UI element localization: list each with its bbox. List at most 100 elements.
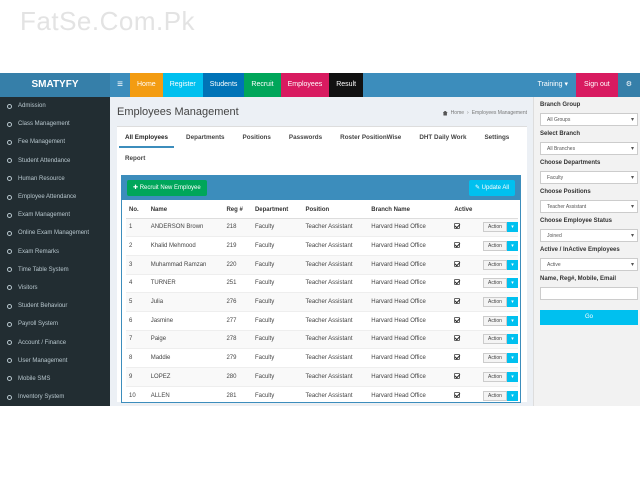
sidebar-item[interactable]: User Management [0, 352, 110, 370]
action-button[interactable]: Action [483, 390, 507, 401]
table-cell: 218 [223, 218, 252, 238]
table-cell: Paige [147, 330, 224, 350]
breadcrumb-home[interactable]: Home [451, 110, 464, 116]
sidebar-item[interactable]: Employee Attendance [0, 188, 110, 206]
sidebar-item[interactable]: Human Resource [0, 170, 110, 188]
tab-report[interactable]: Report [119, 148, 151, 169]
departments-select[interactable]: Faculty [540, 171, 638, 184]
active-checkbox[interactable] [454, 354, 461, 361]
table-cell: 8 [126, 348, 148, 368]
active-checkbox[interactable] [454, 260, 461, 267]
breadcrumb-current: Employees Management [471, 110, 527, 116]
active-checkbox[interactable] [454, 335, 461, 342]
circle-icon [7, 376, 12, 382]
active-checkbox[interactable] [454, 391, 461, 398]
training-dropdown[interactable]: Training ▾ [530, 73, 577, 97]
tab-settings[interactable]: Settings [478, 127, 515, 148]
search-input[interactable] [540, 287, 638, 300]
sidebar-item[interactable]: Online Exam Management [0, 224, 110, 242]
tab-roster-positionwise[interactable]: Roster PositionWise [334, 127, 407, 148]
topnav-register[interactable]: Register [162, 73, 203, 97]
chevron-down-icon[interactable]: ▾ [506, 353, 518, 364]
active-checkbox[interactable] [454, 316, 461, 323]
chevron-down-icon[interactable]: ▾ [506, 390, 518, 401]
action-button[interactable]: Action [483, 353, 507, 364]
table-cell: Teacher Assistant [302, 386, 369, 406]
action-button-group: Action ▾ [483, 297, 518, 308]
topnav-result[interactable]: Result [329, 73, 364, 97]
select-branch-select[interactable]: All Branches [540, 142, 638, 155]
active-inactive-select[interactable]: Active [540, 258, 638, 271]
topnav-students[interactable]: Students [202, 73, 245, 97]
table-cell: Teacher Assistant [302, 330, 369, 350]
sidebar-item[interactable]: Mobile SMS [0, 370, 110, 388]
chevron-down-icon[interactable]: ▾ [506, 278, 518, 289]
active-cell [451, 348, 481, 368]
column-header: No. [126, 203, 148, 219]
filter-panel: Branch Group All Groups Select Branch Al… [533, 97, 640, 406]
update-all-button[interactable]: ✎ Update All [468, 180, 515, 196]
chevron-down-icon[interactable]: ▾ [506, 241, 518, 252]
tab-departments[interactable]: Departments [180, 127, 231, 148]
active-checkbox[interactable] [454, 298, 461, 305]
circle-icon [7, 267, 12, 273]
chevron-down-icon[interactable]: ▾ [506, 297, 518, 308]
active-cell [451, 330, 481, 350]
sidebar-item[interactable]: Class Management [0, 115, 110, 133]
chevron-down-icon[interactable]: ▾ [506, 371, 518, 382]
menu-toggle-icon[interactable]: ≡ [110, 73, 130, 97]
tab-all-employees[interactable]: All Employees [119, 127, 175, 148]
action-button[interactable]: Action [483, 315, 507, 326]
action-button[interactable]: Action [483, 241, 507, 252]
action-button-group: Action ▾ [483, 259, 518, 270]
tab-positions[interactable]: Positions [237, 127, 277, 148]
chevron-down-icon[interactable]: ▾ [506, 315, 518, 326]
employee-status-select[interactable]: Joined [540, 229, 638, 242]
sidebar-item[interactable]: Admission [0, 97, 110, 115]
action-button[interactable]: Action [483, 297, 507, 308]
action-button[interactable]: Action [483, 334, 507, 345]
action-button[interactable]: Action [483, 371, 507, 382]
topnav-employees[interactable]: Employees [280, 73, 330, 97]
column-header: Branch Name [368, 203, 452, 219]
active-checkbox[interactable] [454, 242, 461, 249]
sidebar-item[interactable]: Inventory System [0, 388, 110, 406]
chevron-down-icon[interactable]: ▾ [506, 334, 518, 345]
sidebar-item[interactable]: Student Attendance [0, 152, 110, 170]
sign-out-button[interactable]: Sign out [576, 73, 618, 97]
active-checkbox[interactable] [454, 279, 461, 286]
table-cell: LOPEZ [147, 367, 224, 387]
action-cell: Action ▾ [480, 386, 518, 406]
tab-passwords[interactable]: Passwords [283, 127, 328, 148]
sidebar-item[interactable]: Student Behaviour [0, 297, 110, 315]
brand-logo[interactable]: SMATYFY [0, 73, 110, 97]
sidebar-item[interactable]: Exam Remarks [0, 243, 110, 261]
sidebar-item[interactable]: Account / Finance [0, 333, 110, 351]
go-button[interactable]: Go [540, 310, 638, 325]
table-row: 9 LOPEZ 280 Faculty Teacher Assistant Harvard… [126, 367, 518, 387]
branch-group-select[interactable]: All Groups [540, 113, 638, 126]
chevron-down-icon[interactable]: ▾ [506, 222, 518, 233]
recruit-new-employee-button[interactable]: ✚ Recruit New Employee [127, 180, 207, 196]
sidebar-item[interactable]: Payroll System [0, 315, 110, 333]
positions-select[interactable]: Teacher Assistant [540, 200, 638, 213]
action-button[interactable]: Action [483, 222, 507, 233]
sidebar-item[interactable]: Fee Management [0, 133, 110, 151]
column-header: Position [302, 203, 369, 219]
tab-dht-daily-work[interactable]: DHT Daily Work [413, 127, 472, 148]
sidebar-item[interactable]: Visitors [0, 279, 110, 297]
table-cell: 251 [223, 274, 252, 294]
active-checkbox[interactable] [454, 372, 461, 379]
action-button[interactable]: Action [483, 259, 507, 270]
action-button[interactable]: Action [483, 278, 507, 289]
sidebar-item[interactable]: Time Table System [0, 261, 110, 279]
action-cell: Action ▾ [480, 311, 518, 331]
gear-icon[interactable]: ⚙ [617, 73, 640, 97]
table-body: 1 ANDERSON Brown 218 Faculty Teacher Assista… [126, 218, 518, 406]
topnav-recruit[interactable]: Recruit [244, 73, 281, 97]
active-checkbox[interactable] [454, 223, 461, 230]
chevron-down-icon[interactable]: ▾ [506, 259, 518, 270]
topnav-home[interactable]: Home [130, 73, 163, 97]
sidebar-item[interactable]: Exam Management [0, 206, 110, 224]
panel-header: ✚ Recruit New Employee ✎ Update All [122, 176, 520, 200]
